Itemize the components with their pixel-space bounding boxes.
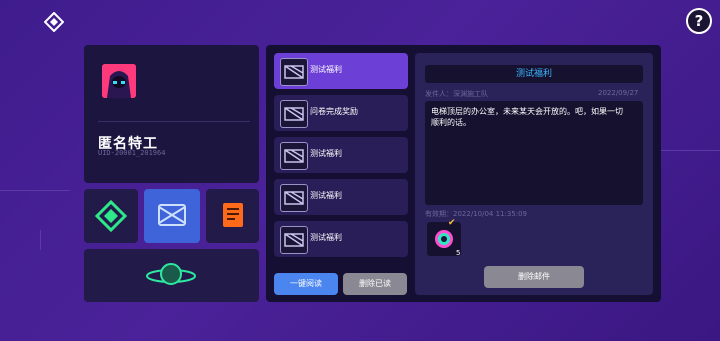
bg-deco-line: [660, 150, 720, 151]
mail-item-icon: [280, 100, 308, 128]
mail-body-box: 电梯顶层的办公室，未来某天会开放的。吧，如果一切顺利的话。: [425, 101, 643, 205]
notebook-icon: [223, 203, 243, 227]
claimed-check-icon: ✔: [448, 218, 456, 228]
mail-envelope-icon: [158, 204, 186, 226]
mail-item-icon: [280, 226, 308, 254]
mail-body-text: 电梯顶层的办公室，未来某天会开放的。吧，如果一切顺利的话。: [431, 107, 623, 127]
emblem-tile[interactable]: [84, 189, 138, 243]
delete-mail-button[interactable]: 删除邮件: [484, 266, 584, 288]
mail-date: 2022/09/27: [598, 89, 639, 97]
bg-deco-line: [0, 190, 70, 191]
player-uid: UID-20001_201964: [98, 149, 166, 157]
notebook-tile[interactable]: [206, 189, 259, 243]
mail-item-icon: [280, 58, 308, 86]
mail-tab-tile[interactable]: [144, 189, 200, 243]
mail-item-title: 测试福利: [310, 149, 342, 158]
mail-sender: 发件人：深渊施工队: [425, 90, 488, 98]
bg-deco-line: [40, 230, 41, 250]
mail-item[interactable]: 测试福利: [274, 179, 408, 215]
game-logo-icon[interactable]: [43, 11, 65, 33]
mail-item-title: 测试福利: [310, 191, 342, 200]
attachment-count: 5: [456, 249, 461, 257]
mail-item[interactable]: 测试福利: [274, 137, 408, 173]
mail-expiry: 有效期：2022/10/04 11:35:09: [425, 210, 528, 218]
mail-item[interactable]: 测试福利: [274, 53, 408, 89]
mail-item[interactable]: 测试福利: [274, 221, 408, 257]
delete-read-button[interactable]: 删除已读: [343, 273, 407, 295]
mail-item[interactable]: 问卷完成奖励: [274, 95, 408, 131]
mail-item-title: 问卷完成奖励: [310, 107, 358, 116]
divider: [98, 121, 250, 122]
mail-item-icon: [280, 142, 308, 170]
mail-item-icon: [280, 184, 308, 212]
mail-item-title: 测试福利: [310, 65, 342, 74]
mail-detail-title: 测试福利: [425, 65, 643, 83]
avatar[interactable]: [102, 64, 136, 98]
mail-item-title: 测试福利: [310, 233, 342, 242]
green-diamond-icon: [94, 199, 128, 233]
read-all-button[interactable]: 一键阅读: [274, 273, 338, 295]
help-button[interactable]: ?: [686, 8, 712, 34]
planet-tile[interactable]: [84, 249, 259, 302]
profile-card: 匿名特工 UID-20001_201964: [84, 45, 259, 183]
planet-icon: [146, 263, 196, 285]
